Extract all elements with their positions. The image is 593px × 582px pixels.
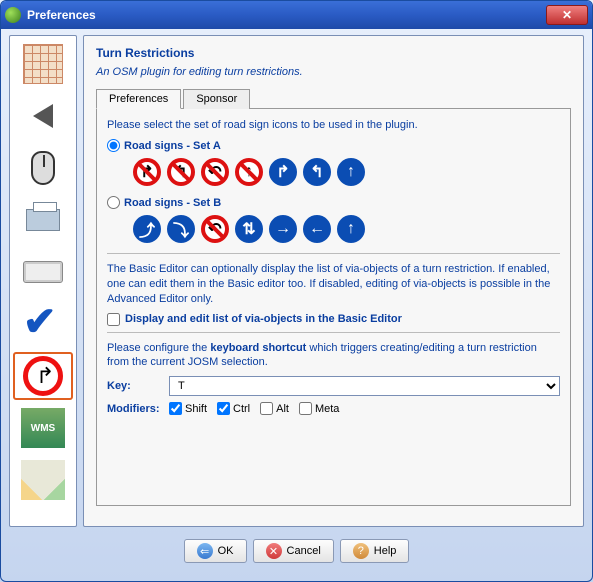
shortcut-desc: Please configure the keyboard shortcut w… — [107, 341, 560, 371]
sidebar-item-printer[interactable] — [13, 196, 73, 244]
preferences-sidebar: ✔ WMS — [9, 35, 77, 527]
tab-preferences[interactable]: Preferences — [96, 89, 181, 109]
icon-row-set-b: ⤴ ⤵ ↶ ⇅ → ← ↑ — [133, 215, 560, 243]
ok-button[interactable]: ⇐ OK — [184, 539, 247, 563]
dialog-footer: ⇐ OK ✕ Cancel ? Help — [1, 531, 592, 571]
window-title: Preferences — [27, 8, 546, 22]
sidebar-item-connection[interactable] — [13, 144, 73, 192]
wms-icon: WMS — [21, 408, 65, 448]
modifiers-label: Modifiers: — [107, 403, 163, 415]
help-button-label: Help — [374, 545, 397, 557]
modifier-ctrl-label: Ctrl — [233, 403, 250, 415]
divider-1 — [107, 253, 560, 254]
no-left-turn-icon: ↰ — [167, 158, 195, 186]
divider-2 — [107, 332, 560, 333]
basic-editor-desc: The Basic Editor can optionally display … — [107, 262, 560, 307]
no-u-turn-icon: ↶ — [201, 158, 229, 186]
right-or-straight-icon: ⤴ — [133, 215, 161, 243]
radio-set-b[interactable] — [107, 196, 120, 209]
icon-row-set-a: ↱ ↰ ↶ ↑ ↱ ↰ ↑ — [133, 158, 560, 186]
turn-restriction-icon — [23, 356, 63, 396]
titlebar: Preferences ✕ — [1, 1, 592, 29]
grid-icon — [23, 44, 63, 84]
left-or-straight-icon: ⤵ — [167, 215, 195, 243]
modifier-meta-checkbox[interactable] — [299, 402, 312, 415]
radio-set-a-label: Road signs - Set A — [124, 140, 221, 152]
page-title: Turn Restrictions — [96, 46, 571, 60]
help-button[interactable]: ? Help — [340, 539, 410, 563]
modifier-ctrl-checkbox[interactable] — [217, 402, 230, 415]
cancel-icon: ✕ — [266, 543, 282, 559]
close-button[interactable]: ✕ — [546, 5, 588, 25]
map-icon — [21, 460, 65, 500]
tab-body-preferences: Please select the set of road sign icons… — [96, 108, 571, 506]
radio-set-b-label: Road signs - Set B — [124, 197, 221, 209]
modifier-alt-checkbox[interactable] — [260, 402, 273, 415]
cancel-button-label: Cancel — [287, 545, 321, 557]
iconset-prompt: Please select the set of road sign icons… — [107, 119, 560, 131]
sidebar-item-audio[interactable] — [13, 92, 73, 140]
tab-row: Preferences Sponsor — [96, 88, 571, 108]
cancel-button[interactable]: ✕ Cancel — [253, 539, 334, 563]
no-u-turn-b-icon: ↶ — [201, 215, 229, 243]
shortcut-desc-bold: keyboard shortcut — [210, 342, 306, 354]
help-icon: ? — [353, 543, 369, 559]
modifier-shift-checkbox[interactable] — [169, 402, 182, 415]
via-objects-checkbox[interactable] — [107, 313, 120, 326]
straight-only-icon: ↑ — [337, 158, 365, 186]
left-arrow-icon: ← — [303, 215, 331, 243]
sidebar-item-keyboard[interactable] — [13, 248, 73, 296]
right-only-icon: ↱ — [269, 158, 297, 186]
both-turns-icon: ⇅ — [235, 215, 263, 243]
key-label: Key: — [107, 380, 163, 392]
modifier-meta-label: Meta — [315, 403, 339, 415]
via-objects-checkbox-label: Display and edit list of via-objects in … — [125, 313, 402, 325]
keyboard-icon — [23, 261, 63, 283]
key-select[interactable]: T — [169, 376, 560, 396]
sidebar-item-wms[interactable]: WMS — [13, 404, 73, 452]
sidebar-item-display[interactable] — [13, 40, 73, 88]
speaker-icon — [33, 104, 53, 128]
tab-sponsor[interactable]: Sponsor — [183, 89, 250, 109]
no-right-turn-icon: ↱ — [133, 158, 161, 186]
printer-icon — [26, 209, 60, 231]
straight-arrow-icon: ↑ — [337, 215, 365, 243]
main-panel: Turn Restrictions An OSM plugin for edit… — [83, 35, 584, 527]
radio-set-a[interactable] — [107, 139, 120, 152]
no-straight-icon: ↑ — [235, 158, 263, 186]
sidebar-item-validator[interactable]: ✔ — [13, 300, 73, 348]
modifiers-group: Shift Ctrl Alt Meta — [169, 402, 339, 415]
page-subtitle: An OSM plugin for editing turn restricti… — [96, 66, 571, 78]
shortcut-desc-pre: Please configure the — [107, 342, 210, 354]
left-only-icon: ↰ — [303, 158, 331, 186]
ok-button-label: OK — [218, 545, 234, 557]
modifier-shift-label: Shift — [185, 403, 207, 415]
checkmark-icon: ✔ — [23, 304, 63, 344]
ok-icon: ⇐ — [197, 543, 213, 559]
sidebar-item-turn-restrictions[interactable] — [13, 352, 73, 400]
sidebar-item-map-style[interactable] — [13, 456, 73, 504]
modifier-alt-label: Alt — [276, 403, 289, 415]
app-icon — [5, 7, 21, 23]
globe-mouse-icon — [31, 151, 55, 185]
right-arrow-icon: → — [269, 215, 297, 243]
